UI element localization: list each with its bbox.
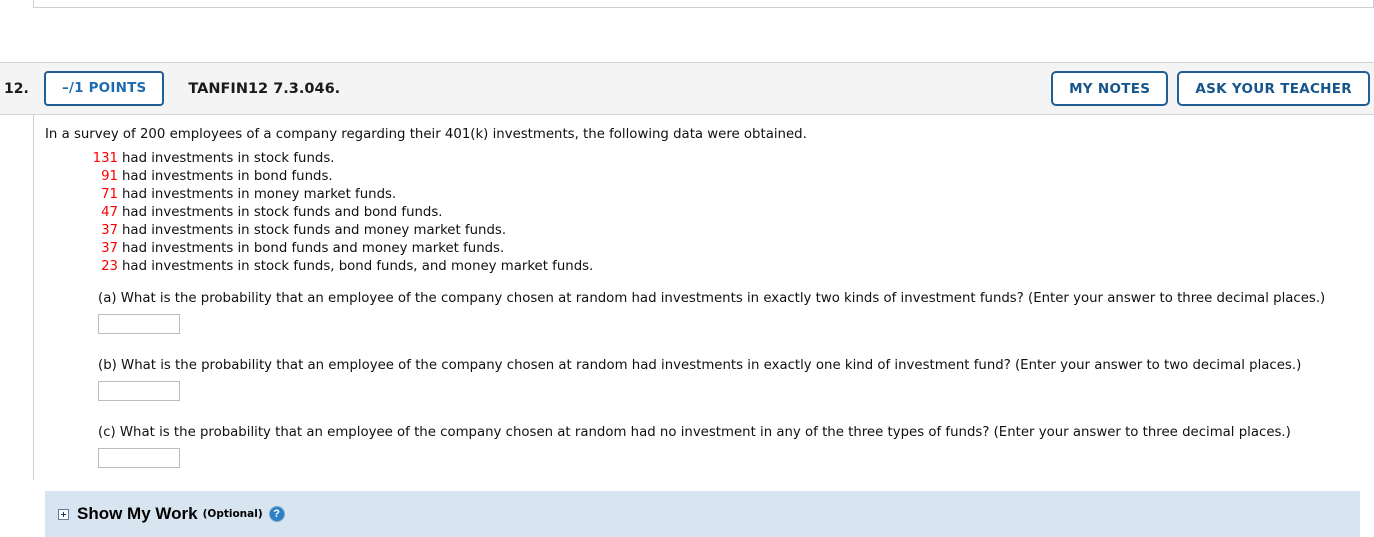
- question-intro: In a survey of 200 employees of a compan…: [45, 127, 807, 142]
- data-count: 71: [101, 186, 118, 202]
- question-parts: (a) What is the probability that an empl…: [45, 290, 1365, 468]
- help-icon[interactable]: ?: [268, 506, 285, 522]
- data-text: had investments in bond funds and money …: [122, 240, 505, 256]
- data-count: 91: [101, 168, 118, 184]
- survey-data-list: 131 had investments in stock funds. 91 had…: [45, 150, 1365, 276]
- data-text: had investments in stock funds.: [122, 150, 335, 166]
- plus-box-icon[interactable]: [58, 508, 69, 520]
- data-text: had investments in stock funds, bond fun…: [122, 258, 594, 274]
- question-code: TANFIN12 7.3.046.: [188, 80, 341, 97]
- list-item: 91 had investments in bond funds.: [45, 168, 1365, 186]
- question-part-b: (b) What is the probability that an empl…: [98, 357, 1365, 401]
- data-count: 37: [101, 222, 118, 238]
- answer-input-c[interactable]: [98, 447, 180, 468]
- my-notes-button[interactable]: MY NOTES: [1051, 71, 1169, 106]
- ask-your-teacher-button[interactable]: ASK YOUR TEACHER: [1177, 71, 1370, 106]
- data-text: had investments in bond funds.: [122, 168, 333, 184]
- show-my-work-optional-label: (Optional): [202, 508, 263, 520]
- data-count: 23: [101, 258, 118, 274]
- question-page: 12. –/1 POINTS TANFIN12 7.3.046. MY NOTE…: [0, 0, 1374, 537]
- data-text: had investments in stock funds and money…: [122, 222, 507, 238]
- answer-input-a[interactable]: [98, 313, 180, 334]
- data-count: 131: [92, 150, 118, 166]
- show-my-work-panel[interactable]: Show My Work (Optional) ?: [45, 491, 1360, 537]
- data-count: 47: [101, 204, 118, 220]
- gutter-divider: [33, 115, 34, 480]
- question-part-a: (a) What is the probability that an empl…: [98, 290, 1365, 334]
- part-a-prompt: (a) What is the probability that an empl…: [98, 290, 1326, 306]
- data-count: 37: [101, 240, 118, 256]
- points-badge: –/1 POINTS: [44, 71, 165, 106]
- question-part-c: (c) What is the probability that an empl…: [98, 424, 1365, 468]
- header-buttons: MY NOTES ASK YOUR TEACHER: [1051, 71, 1370, 106]
- list-item: 71 had investments in money market funds.: [45, 186, 1365, 204]
- question-content: In a survey of 200 employees of a compan…: [45, 115, 1365, 468]
- question-number: 12.: [4, 80, 29, 97]
- part-c-prompt: (c) What is the probability that an empl…: [98, 424, 1291, 440]
- question-body: In a survey of 200 employees of a compan…: [0, 115, 1374, 537]
- answer-input-b[interactable]: [98, 380, 180, 401]
- show-my-work-title: Show My Work: [77, 504, 198, 523]
- data-text: had investments in stock funds and bond …: [122, 204, 443, 220]
- list-item: 47 had investments in stock funds and bon…: [45, 204, 1365, 222]
- previous-question-box: [33, 0, 1374, 8]
- question-header-bar: 12. –/1 POINTS TANFIN12 7.3.046. MY NOTE…: [0, 62, 1374, 115]
- list-item: 23 had investments in stock funds, bond f…: [45, 258, 1365, 276]
- data-text: had investments in money market funds.: [122, 186, 397, 202]
- list-item: 37 had investments in stock funds and mon…: [45, 222, 1365, 240]
- list-item: 37 had investments in bond funds and mone…: [45, 240, 1365, 258]
- list-item: 131 had investments in stock funds.: [45, 150, 1365, 168]
- part-b-prompt: (b) What is the probability that an empl…: [98, 357, 1302, 373]
